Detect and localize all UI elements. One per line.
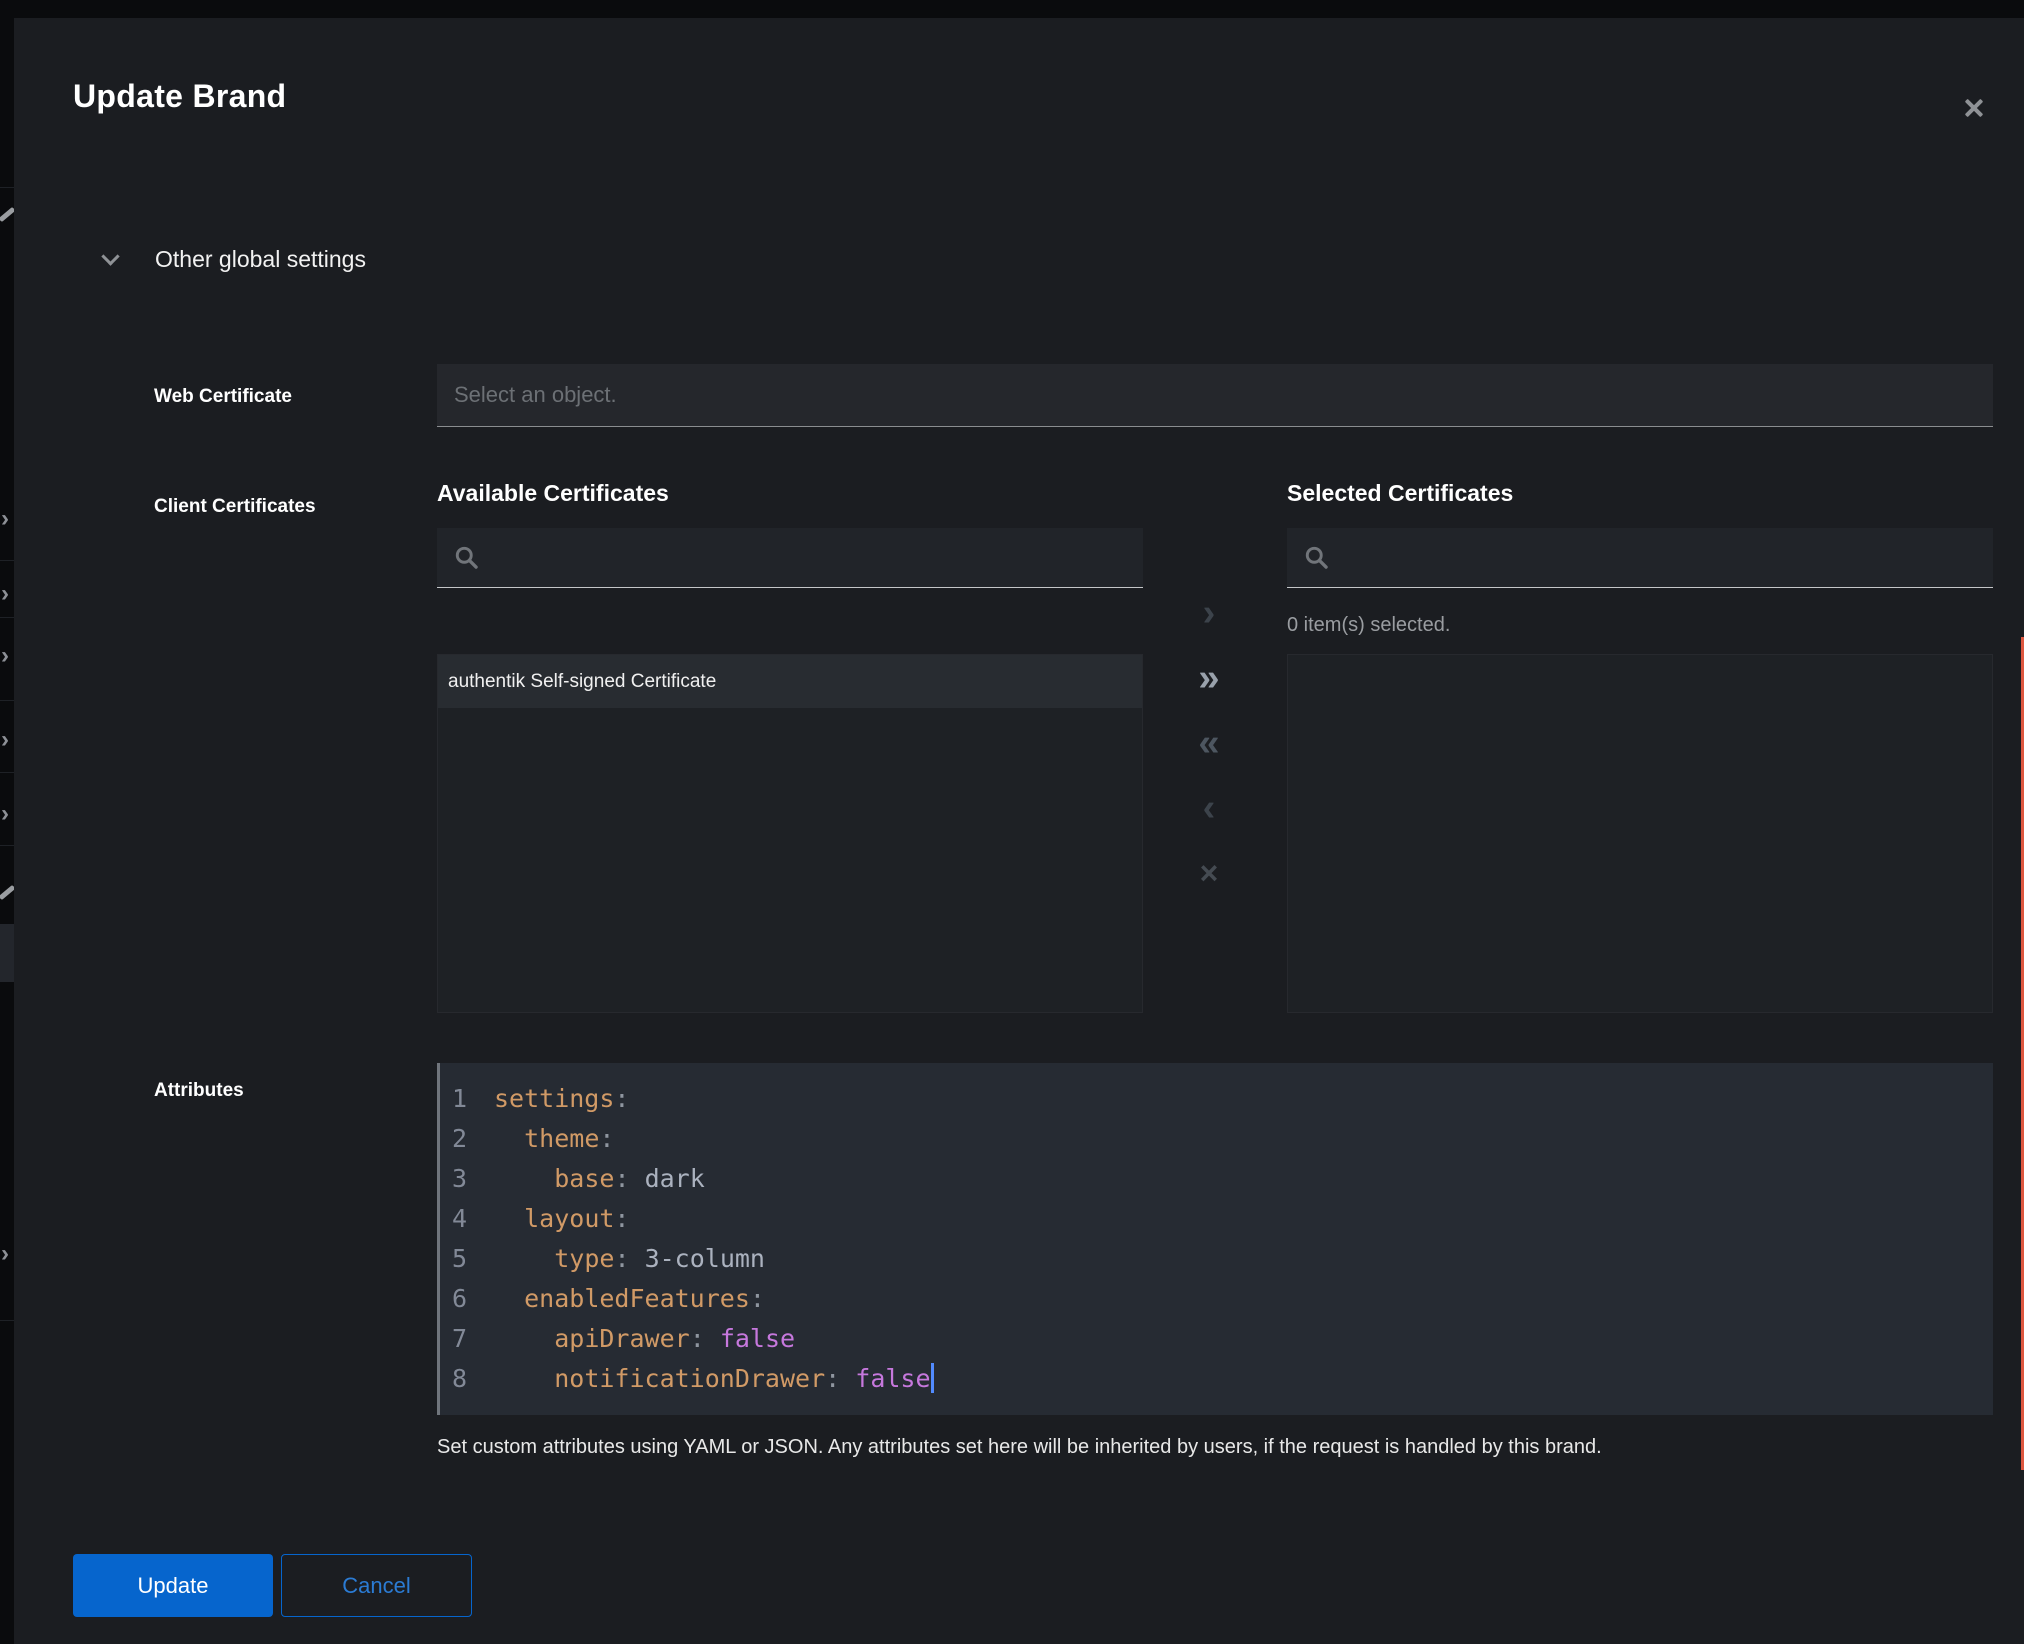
- line-number: 1: [440, 1079, 474, 1119]
- edge-divider: [0, 700, 14, 701]
- check-icon: [0, 885, 14, 900]
- client-certificates-label: Client Certificates: [154, 496, 316, 518]
- transfer-controls: › » « ‹ ×: [1182, 590, 1236, 915]
- close-icon: [1961, 95, 1987, 121]
- page-title: Update Brand: [73, 78, 286, 115]
- section-toggle-other-global-settings[interactable]: Other global settings: [104, 246, 366, 273]
- background-page-edge: › › › › › ›: [0, 0, 14, 1644]
- move-selected-left-button[interactable]: ‹: [1182, 785, 1236, 831]
- edge-divider: [0, 560, 14, 561]
- line-number: 6: [440, 1279, 474, 1319]
- code-line: 2 theme:: [440, 1119, 1993, 1159]
- edge-divider: [0, 187, 14, 188]
- code-text: settings:: [494, 1079, 629, 1119]
- line-number: 7: [440, 1319, 474, 1359]
- update-brand-modal: Update Brand Other global settings Web C…: [14, 18, 2024, 1644]
- code-line: 1 settings:: [440, 1079, 1993, 1119]
- selected-certificates-heading: Selected Certificates: [1287, 480, 1513, 507]
- code-text: theme:: [494, 1119, 614, 1159]
- chevron-right-icon: ›: [1, 642, 9, 670]
- certificate-item[interactable]: authentik Self-signed Certificate: [438, 655, 1142, 708]
- line-number: 4: [440, 1199, 474, 1239]
- search-icon: [453, 544, 480, 571]
- search-icon: [1303, 544, 1330, 571]
- code-line: 8 notificationDrawer: false: [440, 1359, 1993, 1399]
- attributes-code-editor[interactable]: 1settings:2 theme:3 base: dark4 layout:5…: [437, 1063, 1993, 1415]
- code-line: 5 type: 3-column: [440, 1239, 1993, 1279]
- section-label: Other global settings: [155, 246, 366, 273]
- check-icon: [0, 207, 14, 222]
- chevron-right-icon: ›: [1, 580, 9, 608]
- line-number: 8: [440, 1359, 474, 1399]
- code-line: 4 layout:: [440, 1199, 1993, 1239]
- clear-selection-button[interactable]: ×: [1182, 850, 1236, 896]
- edge-divider: [0, 772, 14, 773]
- code-text: type: 3-column: [494, 1239, 765, 1279]
- code-text: layout:: [494, 1199, 629, 1239]
- close-button[interactable]: [1952, 88, 1996, 128]
- attributes-help-text: Set custom attributes using YAML or JSON…: [437, 1436, 1982, 1459]
- code-line: 6 enabledFeatures:: [440, 1279, 1993, 1319]
- line-number: 3: [440, 1159, 474, 1199]
- available-search-input[interactable]: [492, 546, 1044, 569]
- attributes-label: Attributes: [154, 1080, 244, 1102]
- chevron-right-icon: ›: [1, 800, 9, 828]
- select-placeholder: Select an object.: [454, 382, 617, 408]
- move-all-right-button[interactable]: »: [1182, 655, 1236, 701]
- update-button[interactable]: Update: [73, 1554, 273, 1617]
- code-text: apiDrawer: false: [494, 1319, 795, 1359]
- web-certificate-label: Web Certificate: [154, 386, 292, 408]
- code-text: notificationDrawer: false: [494, 1359, 934, 1399]
- web-certificate-select[interactable]: Select an object.: [437, 364, 1993, 427]
- selected-search[interactable]: [1287, 528, 1993, 588]
- code-text: base: dark: [494, 1159, 705, 1199]
- available-list: authentik Self-signed Certificate: [437, 654, 1143, 1013]
- cancel-button[interactable]: Cancel: [281, 1554, 472, 1617]
- text-cursor: [931, 1363, 934, 1393]
- move-all-left-button[interactable]: «: [1182, 720, 1236, 766]
- chevron-right-icon: ›: [1, 1240, 9, 1268]
- chevron-right-icon: ›: [1, 505, 9, 533]
- selected-nav-row: [0, 924, 14, 982]
- edge-divider: [0, 845, 14, 846]
- line-number: 2: [440, 1119, 474, 1159]
- code-line: 7 apiDrawer: false: [440, 1319, 1993, 1359]
- available-certificates-heading: Available Certificates: [437, 480, 669, 507]
- chevron-down-icon: [101, 247, 119, 265]
- edge-divider: [0, 1320, 14, 1321]
- code-line: 3 base: dark: [440, 1159, 1993, 1199]
- move-selected-right-button[interactable]: ›: [1182, 590, 1236, 636]
- line-number: 5: [440, 1239, 474, 1279]
- selected-count-status: 0 item(s) selected.: [1287, 614, 1450, 637]
- chevron-right-icon: ›: [1, 726, 9, 754]
- selected-list: [1287, 654, 1993, 1013]
- available-search[interactable]: [437, 528, 1143, 588]
- code-text: enabledFeatures:: [494, 1279, 765, 1319]
- screen: › › › › › › Update Brand Other global se…: [0, 0, 2024, 1644]
- edge-divider: [0, 617, 14, 618]
- selected-search-input[interactable]: [1342, 546, 1894, 569]
